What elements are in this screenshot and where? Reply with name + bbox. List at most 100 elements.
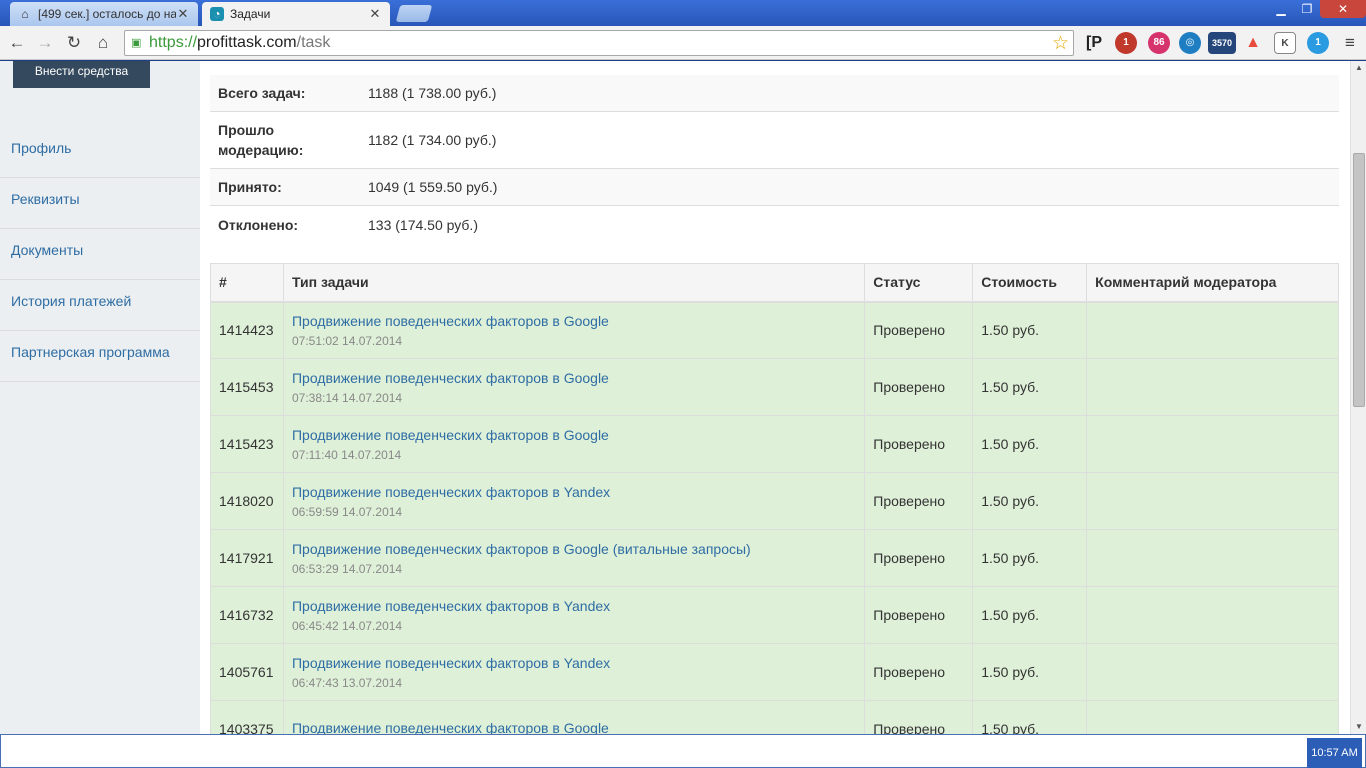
scrollbar-thumb[interactable]: [1353, 153, 1365, 407]
table-row: 1417921 Продвижение поведенческих факторо…: [210, 529, 1339, 587]
stat-value: 1188 (1 738.00 руб.): [368, 85, 497, 101]
sidebar-item-profile[interactable]: Профиль: [0, 127, 200, 178]
main-content: Всего задач: 1188 (1 738.00 руб.) Прошло…: [200, 61, 1350, 734]
column-header-id: #: [210, 263, 284, 303]
address-bar[interactable]: ▣ https:// profittask.com /task ☆: [124, 30, 1074, 56]
url-path: /task: [296, 34, 331, 51]
tab-countdown[interactable]: ⌂ [499 сек.] осталось до нач ✕: [10, 2, 198, 26]
stat-label: Отклонено:: [218, 216, 299, 233]
sidebar-item-payment-history[interactable]: История платежей: [0, 280, 200, 331]
window-close-icon[interactable]: ✕: [1320, 0, 1366, 18]
tab-tasks[interactable]: ◔ Задачи ✕: [202, 2, 390, 26]
extension-badge: 1: [1315, 37, 1321, 48]
sidebar-item-documents[interactable]: Документы: [0, 229, 200, 280]
reader-icon[interactable]: [P: [1083, 32, 1105, 54]
column-header-type: Тип задачи: [282, 263, 866, 303]
task-time: 07:51:02 14.07.2014: [291, 333, 403, 348]
task-status: Проверено: [864, 358, 974, 416]
minimize-icon[interactable]: ▁: [1268, 0, 1294, 18]
chat-icon[interactable]: 1: [1307, 32, 1329, 54]
menu-icon[interactable]: ≡: [1339, 32, 1361, 54]
task-cost: 1.50 руб.: [972, 472, 1088, 530]
sidebar-item-partner-program[interactable]: Партнерская программа: [0, 331, 200, 382]
tab-strip: ⌂ [499 сек.] осталось до нач ✕ ◔ Задачи …: [0, 0, 1366, 26]
scroll-up-icon[interactable]: ▲: [1351, 61, 1366, 75]
task-type-cell: Продвижение поведенческих факторов в Yan…: [282, 472, 866, 530]
back-icon[interactable]: ←: [6, 32, 28, 54]
task-status: Проверено: [864, 643, 974, 701]
k-icon[interactable]: K: [1274, 32, 1296, 54]
task-type-cell: Продвижение поведенческих факторов в Yan…: [282, 586, 866, 644]
task-id: 1414423: [210, 301, 284, 359]
task-comment: [1086, 643, 1339, 701]
table-row: 1414423 Продвижение поведенческих факторо…: [210, 301, 1339, 359]
task-link[interactable]: Продвижение поведенческих факторов в Yan…: [292, 483, 856, 501]
task-comment: [1086, 301, 1339, 359]
task-time: 06:53:29 14.07.2014: [291, 561, 403, 576]
stat-label: Принято:: [218, 179, 282, 195]
task-comment: [1086, 529, 1339, 587]
page-viewport: Внести средства Профиль Реквизиты Докуме…: [0, 61, 1350, 734]
bookmark-star-icon[interactable]: ☆: [1052, 32, 1069, 55]
task-cost: 1.50 руб.: [972, 415, 1088, 473]
reload-icon[interactable]: ↻: [63, 32, 85, 54]
task-link[interactable]: Продвижение поведенческих факторов в Goo…: [292, 540, 856, 558]
taskbar-clock[interactable]: 10:57 AM: [1307, 738, 1362, 768]
task-link[interactable]: Продвижение поведенческих факторов в Yan…: [292, 597, 856, 615]
extension-badge: 1: [1123, 37, 1129, 48]
task-link[interactable]: Продвижение поведенческих факторов в Goo…: [292, 369, 856, 387]
helper-icon[interactable]: 86: [1148, 32, 1170, 54]
flame-icon[interactable]: ▲: [1242, 32, 1264, 54]
counter-icon[interactable]: 3570: [1208, 32, 1236, 54]
site-icon: ◔: [210, 7, 224, 21]
table-row: 1418020 Продвижение поведенческих факторо…: [210, 472, 1339, 530]
task-link[interactable]: Продвижение поведенческих факторов в Goo…: [292, 312, 856, 330]
table-row: 1415423 Продвижение поведенческих факторо…: [210, 415, 1339, 473]
adblock-icon[interactable]: 1: [1115, 32, 1137, 54]
task-link[interactable]: Продвижение поведенческих факторов в Goo…: [292, 426, 856, 444]
task-cost: 1.50 руб.: [972, 358, 1088, 416]
task-time: 06:45:42 14.07.2014: [291, 618, 403, 633]
close-icon[interactable]: ✕: [176, 6, 190, 22]
task-status: Проверено: [864, 415, 974, 473]
task-id: 1418020: [210, 472, 284, 530]
task-id: 1416732: [210, 586, 284, 644]
column-header-status: Статус: [864, 263, 974, 303]
task-id: 1405761: [210, 643, 284, 701]
task-status: Проверено: [864, 700, 974, 734]
task-time: 07:38:14 14.07.2014: [291, 390, 403, 405]
task-comment: [1086, 472, 1339, 530]
stat-row: Отклонено: 133 (174.50 руб.): [210, 206, 1339, 243]
restore-icon[interactable]: ❐: [1294, 0, 1320, 18]
task-id: 1403375: [210, 700, 284, 734]
sidebar-item-requisites[interactable]: Реквизиты: [0, 178, 200, 229]
stat-value: 1182 (1 734.00 руб.): [368, 132, 497, 148]
extension-badge: 86: [1153, 37, 1165, 48]
task-id: 1417921: [210, 529, 284, 587]
tasks-body: 1414423 Продвижение поведенческих факторо…: [210, 301, 1339, 735]
column-header-cost: Стоимость: [972, 263, 1088, 303]
stats-table: Всего задач: 1188 (1 738.00 руб.) Прошло…: [210, 75, 1339, 243]
scroll-down-icon[interactable]: ▼: [1351, 720, 1366, 734]
page-scrollbar[interactable]: ▲ ▼: [1350, 61, 1366, 734]
url-scheme: https://: [149, 34, 198, 51]
home-icon: ⌂: [21, 7, 29, 21]
extension-badge: 3570: [1211, 38, 1233, 48]
stat-value: 1049 (1 559.50 руб.): [368, 179, 498, 195]
column-header-comment: Комментарий модератора: [1086, 263, 1339, 303]
task-link[interactable]: Продвижение поведенческих факторов в Goo…: [292, 719, 856, 735]
close-icon[interactable]: ✕: [368, 6, 382, 22]
stat-label: Прошло модерацию:: [218, 122, 304, 158]
forward-icon[interactable]: →: [34, 32, 56, 54]
task-cost: 1.50 руб.: [972, 643, 1088, 701]
new-tab-button[interactable]: [395, 5, 433, 22]
task-link[interactable]: Продвижение поведенческих факторов в Yan…: [292, 654, 856, 672]
stat-row: Всего задач: 1188 (1 738.00 руб.): [210, 75, 1339, 112]
table-row: 1403375 Продвижение поведенческих факторо…: [210, 700, 1339, 735]
home-button-icon[interactable]: ⌂: [92, 32, 114, 54]
globe-icon[interactable]: ◎: [1179, 32, 1201, 54]
deposit-button[interactable]: Внести средства: [13, 61, 150, 88]
browser-toolbar: ← → ↻ ⌂ ▣ https:// profittask.com /task …: [0, 26, 1366, 60]
sidebar-nav: Профиль Реквизиты Документы История плат…: [0, 127, 200, 382]
stat-value: 133 (174.50 руб.): [368, 216, 478, 233]
